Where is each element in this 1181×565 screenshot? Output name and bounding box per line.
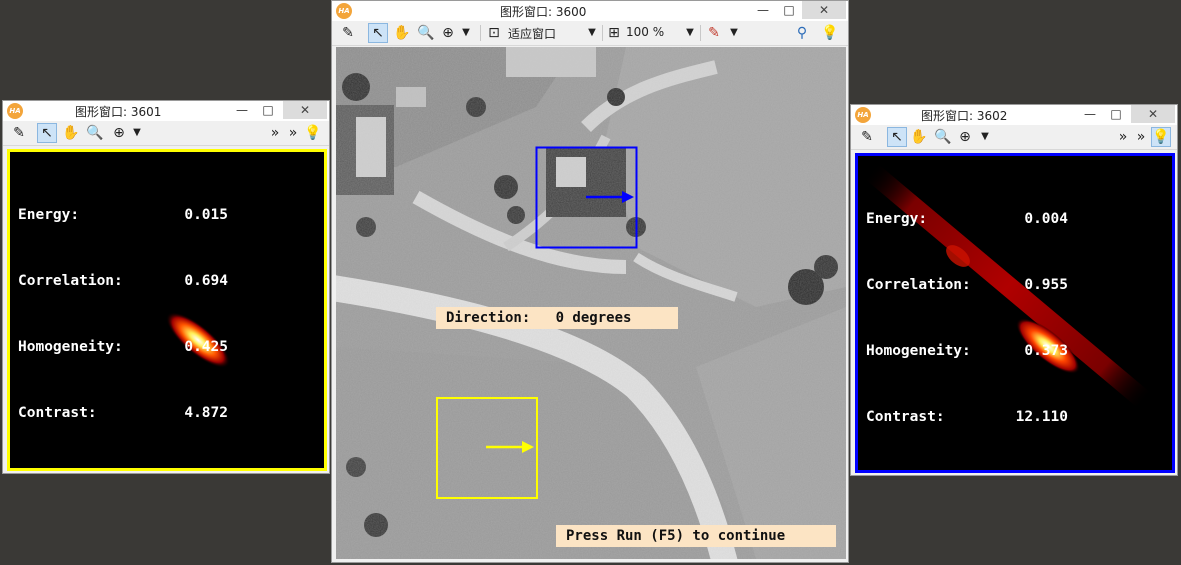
- window-title: 图形窗口: 3601: [75, 105, 162, 119]
- hand-icon[interactable]: ✋: [61, 123, 81, 143]
- fit-window-icon[interactable]: ⊡: [484, 23, 504, 43]
- stat-row-correlation: Correlation: 0.955: [866, 274, 1078, 296]
- stat-row-homogeneity: Homogeneity: 0.373: [866, 340, 1078, 362]
- lightbulb-icon[interactable]: 💡: [820, 23, 840, 43]
- chevron-down-icon[interactable]: ▼: [127, 123, 147, 143]
- stat-value: 0.694: [184, 273, 228, 289]
- minimize-button[interactable]: —: [1077, 105, 1103, 123]
- edit-icon[interactable]: ✎: [9, 123, 29, 143]
- zoom-plus-icon[interactable]: ⊕: [438, 23, 458, 43]
- stat-label: Contrast:: [18, 405, 97, 421]
- magnify-icon[interactable]: 🔍: [933, 127, 953, 147]
- close-button[interactable]: ✕: [802, 1, 846, 19]
- separator: [602, 25, 603, 41]
- stat-value: 0.004: [1024, 211, 1068, 227]
- stat-row-homogeneity: Homogeneity: 0.425: [18, 336, 238, 358]
- chevron-down-icon[interactable]: ▼: [975, 127, 995, 147]
- chevron-down-icon[interactable]: ▼: [582, 23, 602, 43]
- window-title: 图形窗口: 3600: [500, 5, 587, 19]
- stat-label: Homogeneity:: [866, 343, 971, 359]
- pointer-icon[interactable]: ↖: [368, 23, 388, 43]
- halcon-logo: HA: [7, 103, 23, 119]
- toolbar: ✎ ↖ ✋ 🔍 ⊕ ▼ » » 💡: [851, 125, 1177, 150]
- stat-row-contrast: Contrast: 4.872: [18, 402, 238, 424]
- toolbar: ✎ ↖ ✋ 🔍 ⊕ ▼ » » 💡: [3, 121, 329, 146]
- zoom-plus-icon[interactable]: ⊕: [955, 127, 975, 147]
- chevron-down-icon[interactable]: ▼: [724, 23, 744, 43]
- zoom-level-icon[interactable]: ⊞: [604, 23, 624, 43]
- fit-window-select[interactable]: 适应窗口: [508, 25, 556, 42]
- stat-row-energy: Energy: 0.015: [18, 204, 238, 226]
- toolbar: ✎ ↖ ✋ 🔍 ⊕ ▼ ⊡ 适应窗口 ▼ ⊞ 100 % ▼ ✎ ▼ ⚲ 💡: [332, 21, 848, 46]
- overflow-icon[interactable]: »: [283, 123, 303, 143]
- edit-icon[interactable]: ✎: [338, 23, 358, 43]
- close-button[interactable]: ✕: [1131, 105, 1175, 123]
- maximize-button[interactable]: □: [1103, 105, 1129, 123]
- stat-row-contrast: Contrast: 12.110: [866, 406, 1078, 428]
- continue-message: Press Run (F5) to continue: [556, 525, 836, 547]
- minimize-button[interactable]: —: [750, 1, 776, 19]
- graphics-window-3600: HA 图形窗口: 3600 — □ ✕ ✎ ↖ ✋ 🔍 ⊕ ▼ ⊡ 适应窗口 ▼…: [331, 0, 849, 563]
- stat-label: Homogeneity:: [18, 339, 123, 355]
- lightbulb-icon[interactable]: 💡: [1151, 127, 1171, 147]
- stat-label: Correlation:: [866, 277, 971, 293]
- stat-value: 0.955: [1024, 277, 1068, 293]
- halcon-logo: HA: [336, 3, 352, 19]
- stat-value: 0.373: [1024, 343, 1068, 359]
- zoom-plus-icon[interactable]: ⊕: [109, 123, 129, 143]
- aerial-image: [336, 47, 846, 559]
- maximize-button[interactable]: □: [255, 101, 281, 119]
- maximize-button[interactable]: □: [776, 1, 802, 19]
- pointer-icon[interactable]: ↖: [37, 123, 57, 143]
- overflow-icon[interactable]: »: [1131, 127, 1151, 147]
- graphics-window-3601: HA 图形窗口: 3601 — □ ✕ ✎ ↖ ✋ 🔍 ⊕ ▼ » » 💡 En…: [2, 100, 330, 474]
- chevron-down-icon[interactable]: ▼: [680, 23, 700, 43]
- texture-stats: Energy: 0.004 Correlation: 0.955 Homogenei…: [866, 164, 1078, 472]
- window-title: 图形窗口: 3602: [921, 109, 1008, 123]
- stat-label: Correlation:: [18, 273, 123, 289]
- lightbulb-icon[interactable]: 💡: [303, 123, 323, 143]
- title-bar[interactable]: HA 图形窗口: 3601 — □ ✕: [3, 101, 329, 121]
- hand-icon[interactable]: ✋: [909, 127, 929, 147]
- minimize-button[interactable]: —: [229, 101, 255, 119]
- histogram-canvas: Energy: 0.015 Correlation: 0.694 Homogenei…: [7, 149, 327, 471]
- title-bar[interactable]: HA 图形窗口: 3600 — □ ✕: [332, 1, 848, 21]
- stat-label: Contrast:: [866, 409, 945, 425]
- histogram-canvas: Energy: 0.004 Correlation: 0.955 Homogenei…: [855, 153, 1175, 473]
- graphics-window-3602: HA 图形窗口: 3602 — □ ✕ ✎ ↖ ✋ 🔍 ⊕ ▼ » » 💡 En…: [850, 104, 1178, 476]
- stat-label: Energy:: [18, 207, 80, 223]
- stat-value: 0.015: [184, 207, 228, 223]
- stat-value: 0.425: [184, 339, 228, 355]
- title-bar[interactable]: HA 图形窗口: 3602 — □ ✕: [851, 105, 1177, 125]
- stat-value: 4.872: [184, 405, 228, 421]
- magnify-icon[interactable]: 🔍: [85, 123, 105, 143]
- separator: [480, 25, 481, 41]
- feature-inspect-icon[interactable]: ⚲: [792, 23, 812, 43]
- stat-row-energy: Energy: 0.004: [866, 208, 1078, 230]
- edit-icon[interactable]: ✎: [857, 127, 877, 147]
- texture-stats: Energy: 0.015 Correlation: 0.694 Homogenei…: [18, 160, 238, 468]
- chevron-down-icon[interactable]: ▼: [456, 23, 476, 43]
- stat-label: Energy:: [866, 211, 928, 227]
- halcon-logo: HA: [855, 107, 871, 123]
- pointer-icon[interactable]: ↖: [887, 127, 907, 147]
- overflow-icon[interactable]: »: [265, 123, 285, 143]
- color-palette-icon[interactable]: ✎: [704, 23, 724, 43]
- magnify-icon[interactable]: 🔍: [416, 23, 436, 43]
- stat-value: 12.110: [1015, 409, 1068, 425]
- separator: [700, 25, 701, 41]
- aerial-image-canvas: Direction: 0 degrees Press Run (F5) to c…: [336, 47, 846, 559]
- hand-icon[interactable]: ✋: [392, 23, 412, 43]
- overflow-icon[interactable]: »: [1113, 127, 1133, 147]
- zoom-level-select[interactable]: 100 %: [626, 25, 664, 39]
- stat-row-correlation: Correlation: 0.694: [18, 270, 238, 292]
- direction-label: Direction: 0 degrees: [436, 307, 678, 329]
- close-button[interactable]: ✕: [283, 101, 327, 119]
